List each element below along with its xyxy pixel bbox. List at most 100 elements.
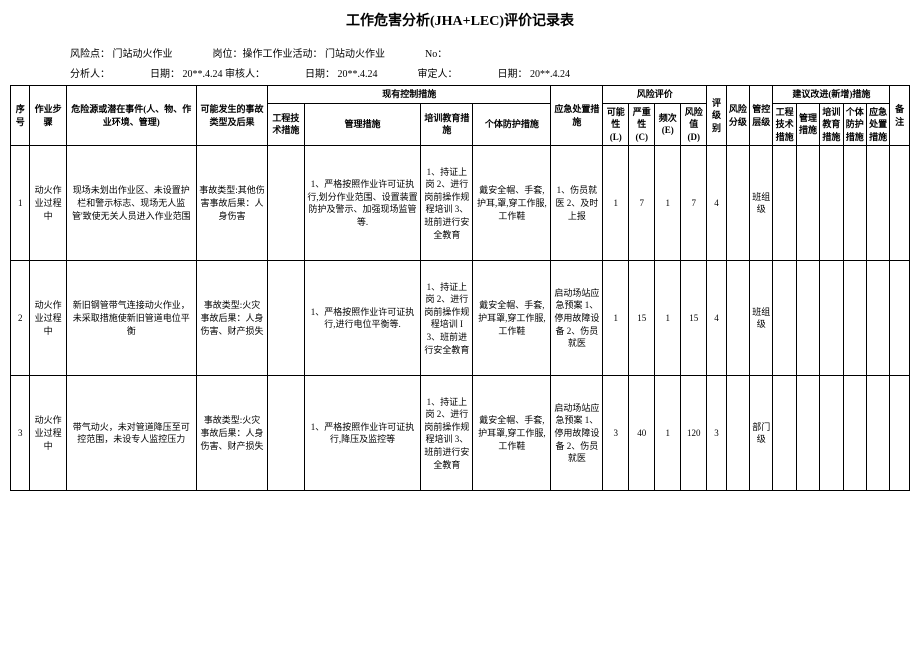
table-cell <box>773 376 796 491</box>
th-sug-emerg: 应急处置措施 <box>866 103 889 146</box>
table-cell: 120 <box>681 376 707 491</box>
table-cell: 1、严格按照作业许可证执行,降压及监控等 <box>304 376 421 491</box>
table-cell <box>268 261 304 376</box>
risk-point-value: 门站动火作业 <box>113 49 173 60</box>
th-level: 风险分级 <box>726 86 749 146</box>
th-grade: 评级别 <box>707 86 726 146</box>
date2-label: 日期： <box>305 69 335 80</box>
table-cell: 7 <box>629 146 655 261</box>
table-cell <box>796 146 819 261</box>
table-cell: 启动场站应急预案 1、停用故障设备 2、伤员就医 <box>551 376 603 491</box>
th-C: 严重性(C) <box>629 103 655 146</box>
table-cell: 2 <box>11 261 30 376</box>
table-row: 2动火作业过程中新旧钢管带气连接动火作业，未采取措施使新旧管道电位平衡事故类型:… <box>11 261 910 376</box>
post-label: 岗位：操作工作业活动： <box>213 49 323 60</box>
table-cell <box>773 261 796 376</box>
table-row: 1动火作业过程中现场未划出作业区、未设置护栏和警示标志、现场无人监管'致使无关人… <box>11 146 910 261</box>
page-title: 工作危害分析(JHA+LEC)评价记录表 <box>10 10 910 30</box>
table-cell: 3 <box>11 376 30 491</box>
table-cell: 1、持证上岗 2、进行岗前操作规程培训 I 3、班前进行安全教育 <box>421 261 473 376</box>
th-note: 备注 <box>890 86 910 146</box>
table-cell: 4 <box>707 146 726 261</box>
table-cell: 1 <box>655 376 681 491</box>
table-cell: 1 <box>603 261 629 376</box>
table-cell <box>796 376 819 491</box>
table-cell: 1、伤员就医 2、及时上报 <box>551 146 603 261</box>
table-cell <box>890 146 910 261</box>
th-class: 管控层级 <box>750 86 773 146</box>
th-hazard: 危险源或潜在事件(人、物、作业环境、管理) <box>66 86 196 146</box>
th-sug-train: 培训教育措施 <box>820 103 843 146</box>
table-cell <box>726 261 749 376</box>
post-value: 门站动火作业 <box>325 49 385 60</box>
no-label: No： <box>425 49 447 60</box>
th-L: 可能性(L) <box>603 103 629 146</box>
table-cell: 动火作业过程中 <box>30 146 66 261</box>
table-cell: 1 <box>655 261 681 376</box>
table-cell: 1 <box>603 146 629 261</box>
table-cell <box>268 376 304 491</box>
table-cell: 动火作业过程中 <box>30 376 66 491</box>
th-ppe: 个体防护措施 <box>473 103 551 146</box>
table-cell: 1、严格按照作业许可证执行,划分作业范围、设置装置防护及警示、加强现场监管等. <box>304 146 421 261</box>
table-cell: 新旧钢管带气连接动火作业，未采取措施使新旧管道电位平衡 <box>66 261 196 376</box>
th-sug-ppe: 个体防护措施 <box>843 103 866 146</box>
table-cell: 班组级 <box>750 146 773 261</box>
th-accident: 可能发生的事故类型及后果 <box>196 86 267 146</box>
th-step: 作业步骤 <box>30 86 66 146</box>
table-cell: 事故类型:火灾 事故后果：人身伤害、财产损失 <box>196 376 267 491</box>
header-row-2: 分析人： 日期： 20**.4.24 审核人： 日期： 20**.4.24 审定… <box>10 65 910 80</box>
table-cell: 40 <box>629 376 655 491</box>
table-cell: 15 <box>629 261 655 376</box>
date1-label: 日期： <box>150 69 180 80</box>
table-cell: 启动场站应急预案 1、停用故障设备 2、伤员就医 <box>551 261 603 376</box>
th-sug-tech: 工程技术措施 <box>773 103 796 146</box>
table-cell: 1 <box>655 146 681 261</box>
table-cell: 带气动火，未对管道降压至可控范围，未设专人监控压力 <box>66 376 196 491</box>
table-cell <box>866 261 889 376</box>
table-cell <box>843 376 866 491</box>
table-cell: 班组级 <box>750 261 773 376</box>
table-cell <box>796 261 819 376</box>
table-cell <box>890 376 910 491</box>
table-cell: 4 <box>707 261 726 376</box>
th-existing-group: 现有控制措施 <box>268 86 551 104</box>
table-cell: 现场未划出作业区、未设置护栏和警示标志、现场无人监管'致使无关人员进入作业范围 <box>66 146 196 261</box>
th-train: 培训教育措施 <box>421 103 473 146</box>
date3-label: 日期： <box>498 69 528 80</box>
date3-value: 20**.4.24 <box>530 69 570 80</box>
table-cell <box>866 376 889 491</box>
table-cell <box>820 376 843 491</box>
th-D: 风险值(D) <box>681 103 707 146</box>
table-cell: 部门级 <box>750 376 773 491</box>
approver-label: 审定人： <box>418 69 458 80</box>
table-cell: 动火作业过程中 <box>30 261 66 376</box>
jha-table: 序号 作业步骤 危险源或潜在事件(人、物、作业环境、管理) 可能发生的事故类型及… <box>10 85 910 491</box>
table-cell <box>820 146 843 261</box>
date1-value: 20**.4.24 <box>183 69 223 80</box>
table-cell: 1、严格按照作业许可证执行,进行电位平衡等. <box>304 261 421 376</box>
table-cell: 1、持证上岗 2、进行岗前操作规程培训 3、班前进行安全教育 <box>421 376 473 491</box>
table-cell: 1 <box>11 146 30 261</box>
table-cell <box>726 146 749 261</box>
table-cell: 戴安全帽、手套,护耳罩,穿工作服,工作鞋 <box>473 261 551 376</box>
table-row: 3动火作业过程中带气动火，未对管道降压至可控范围，未设专人监控压力事故类型:火灾… <box>11 376 910 491</box>
table-cell: 15 <box>681 261 707 376</box>
date2-value: 20**.4.24 <box>338 69 378 80</box>
table-cell <box>268 146 304 261</box>
table-cell: 3 <box>603 376 629 491</box>
th-E: 频次(E) <box>655 103 681 146</box>
th-risk-group: 风险评价 <box>603 86 707 104</box>
th-mgmt: 管理措施 <box>304 103 421 146</box>
table-cell: 3 <box>707 376 726 491</box>
th-tech: 工程技术措施 <box>268 103 304 146</box>
th-suggest-group: 建议改进(新增)措施 <box>773 86 890 104</box>
table-body: 1动火作业过程中现场未划出作业区、未设置护栏和警示标志、现场无人监管'致使无关人… <box>11 146 910 491</box>
analyst-label: 分析人： <box>70 69 110 80</box>
table-cell <box>866 146 889 261</box>
table-cell: 1、持证上岗 2、进行岗前操作规程培训 3、班前进行安全教育 <box>421 146 473 261</box>
table-cell <box>726 376 749 491</box>
table-cell: 戴安全帽、手套,护耳罩,穿工作服,工作鞋 <box>473 376 551 491</box>
reviewer-label: 审核人： <box>225 69 265 80</box>
table-cell: 事故类型:火灾 事故后果：人身伤害、财产损失 <box>196 261 267 376</box>
